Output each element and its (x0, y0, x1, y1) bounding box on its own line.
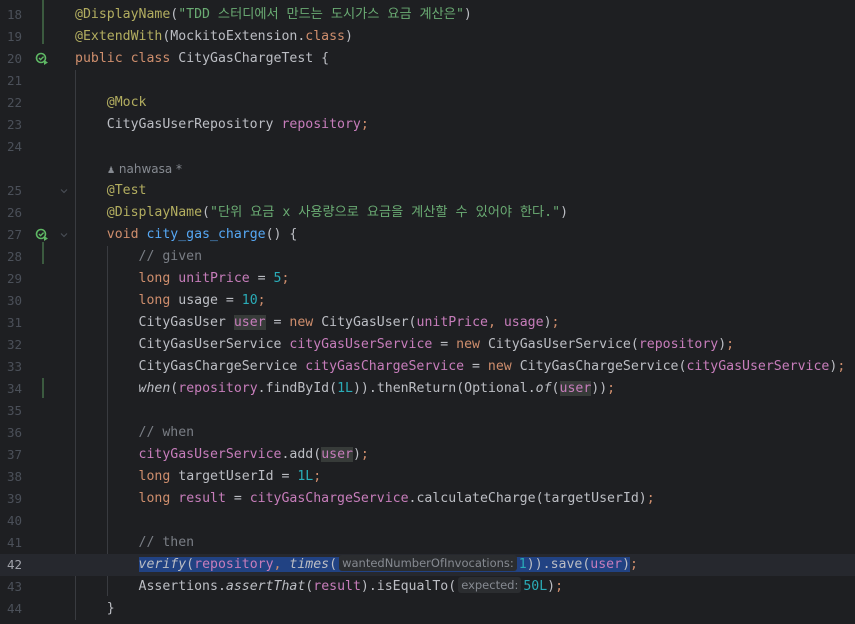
fold-arrow-icon[interactable] (60, 187, 68, 195)
line-number: 41 (6, 535, 22, 550)
line-number: 43 (6, 579, 22, 594)
line-number: 32 (6, 337, 22, 352)
line-number: 28 (6, 249, 22, 264)
code-line[interactable]: 34 when(repository.findById(1L)).thenRet… (0, 378, 855, 400)
code-line[interactable]: 23 CityGasUserRepository repository; (0, 114, 855, 136)
line-number: 21 (6, 73, 22, 88)
string-literal: "TDD 스터디에서 만드는 도시가스 요금 계산은" (178, 7, 464, 22)
author-name: nahwasa * (118, 162, 183, 176)
code-line[interactable]: 38 long targetUserId = 1L; (0, 466, 855, 488)
code-line[interactable]: 35 (0, 400, 855, 422)
code-text[interactable]: long result = cityGasChargeService.calcu… (75, 488, 655, 510)
line-number: 19 (6, 29, 22, 44)
code-line[interactable]: 27 void city_gas_charge() { (0, 224, 855, 246)
person-icon: ♟ (107, 166, 116, 176)
code-line[interactable]: 31 CityGasUser user = new CityGasUser(un… (0, 312, 855, 334)
code-text[interactable]: verify(repository, times(wantedNumberOfI… (75, 554, 638, 576)
code-text[interactable]: @Mock (75, 92, 147, 114)
text-selection[interactable]: verify(repository, times(wantedNumberOfI… (138, 555, 631, 572)
line-number: 18 (6, 7, 22, 22)
code-line[interactable]: 18 @DisplayName("TDD 스터디에서 만드는 도시가스 요금 계… (0, 4, 855, 26)
code-text[interactable]: CityGasUserRepository repository; (75, 114, 369, 136)
line-number: 29 (6, 271, 22, 286)
code-text[interactable]: Assertions.assertThat(result).isEqualTo(… (75, 576, 563, 598)
code-line[interactable]: 28 // given (0, 246, 855, 268)
code-line[interactable]: 39 long result = cityGasChargeService.ca… (0, 488, 855, 510)
code-text[interactable]: long unitPrice = 5; (75, 268, 290, 290)
line-number: 37 (6, 447, 22, 462)
current-code-line[interactable]: 42 verify(repository, times(wantedNumber… (0, 554, 855, 576)
line-number: 42 (6, 557, 22, 572)
code-text[interactable]: long usage = 10; (75, 290, 266, 312)
code-text[interactable]: long targetUserId = 1L; (75, 466, 322, 488)
line-number: 22 (6, 95, 22, 110)
line-number: 40 (6, 513, 22, 528)
code-text[interactable]: // given (75, 246, 203, 268)
code-text[interactable]: CityGasChargeService cityGasChargeServic… (75, 356, 846, 378)
fold-arrow-icon[interactable] (60, 231, 68, 239)
line-number: 26 (6, 205, 22, 220)
run-test-icon[interactable] (35, 228, 49, 242)
code-line[interactable]: 29 long unitPrice = 5; (0, 268, 855, 290)
run-test-icon[interactable] (35, 52, 49, 66)
code-text[interactable]: } (75, 598, 115, 620)
author-hint[interactable]: ♟ nahwasa * (0, 158, 855, 180)
code-editor[interactable]: 18 @DisplayName("TDD 스터디에서 만드는 도시가스 요금 계… (0, 0, 855, 624)
parameter-hint: expected: (458, 577, 522, 593)
code-text[interactable]: void city_gas_charge() { (75, 224, 298, 246)
line-number: 38 (6, 469, 22, 484)
code-text[interactable]: @Test (75, 180, 147, 202)
annotation: @DisplayName (75, 7, 171, 22)
code-text[interactable]: @DisplayName("단위 요금 x 사용량으로 요금을 계산할 수 있어… (75, 202, 568, 224)
code-line[interactable]: 41 // then (0, 532, 855, 554)
code-line[interactable]: 30 long usage = 10; (0, 290, 855, 312)
line-number: 33 (6, 359, 22, 374)
code-text[interactable]: @DisplayName("TDD 스터디에서 만드는 도시가스 요금 계산은"… (75, 4, 472, 26)
line-number: 39 (6, 491, 22, 506)
code-line[interactable]: 36 // when (0, 422, 855, 444)
line-number: 31 (6, 315, 22, 330)
code-line[interactable]: 32 CityGasUserService cityGasUserService… (0, 334, 855, 356)
code-line[interactable]: 19 @ExtendWith(MockitoExtension.class) (0, 26, 855, 48)
code-text[interactable]: CityGasUser user = new CityGasUser(unitP… (75, 312, 559, 334)
line-number: 24 (6, 139, 22, 154)
line-number: 27 (6, 227, 22, 242)
code-line[interactable]: 25 @Test (0, 180, 855, 202)
line-number: 35 (6, 403, 22, 418)
code-text[interactable]: when(repository.findById(1L)).thenReturn… (75, 378, 615, 400)
code-line[interactable]: 37 cityGasUserService.add(user); (0, 444, 855, 466)
parameter-hint: wantedNumberOfInvocations: (339, 555, 517, 571)
code-text[interactable]: // then (75, 532, 195, 554)
line-number: 23 (6, 117, 22, 132)
code-line[interactable]: 22 @Mock (0, 92, 855, 114)
line-number: 25 (6, 183, 22, 198)
code-line[interactable]: 20 public class CityGasChargeTest { (0, 48, 855, 70)
line-number: 44 (6, 601, 22, 616)
line-number: 34 (6, 381, 22, 396)
code-line[interactable]: 33 CityGasChargeService cityGasChargeSer… (0, 356, 855, 378)
code-line[interactable]: 26 @DisplayName("단위 요금 x 사용량으로 요금을 계산할 수… (0, 202, 855, 224)
code-text[interactable]: public class CityGasChargeTest { (75, 48, 329, 70)
code-line[interactable]: 44 } (0, 598, 855, 620)
line-number: 30 (6, 293, 22, 308)
code-text[interactable]: CityGasUserService cityGasUserService = … (75, 334, 735, 356)
code-line[interactable]: 40 (0, 510, 855, 532)
code-line[interactable]: 21 (0, 70, 855, 92)
code-text[interactable]: @ExtendWith(MockitoExtension.class) (75, 26, 353, 48)
code-text[interactable]: cityGasUserService.add(user); (75, 444, 369, 466)
code-text[interactable]: // when (75, 422, 195, 444)
line-number: 20 (6, 51, 22, 66)
code-line[interactable]: 24 (0, 136, 855, 158)
code-line[interactable]: 43 Assertions.assertThat(result).isEqual… (0, 576, 855, 598)
line-number: 36 (6, 425, 22, 440)
